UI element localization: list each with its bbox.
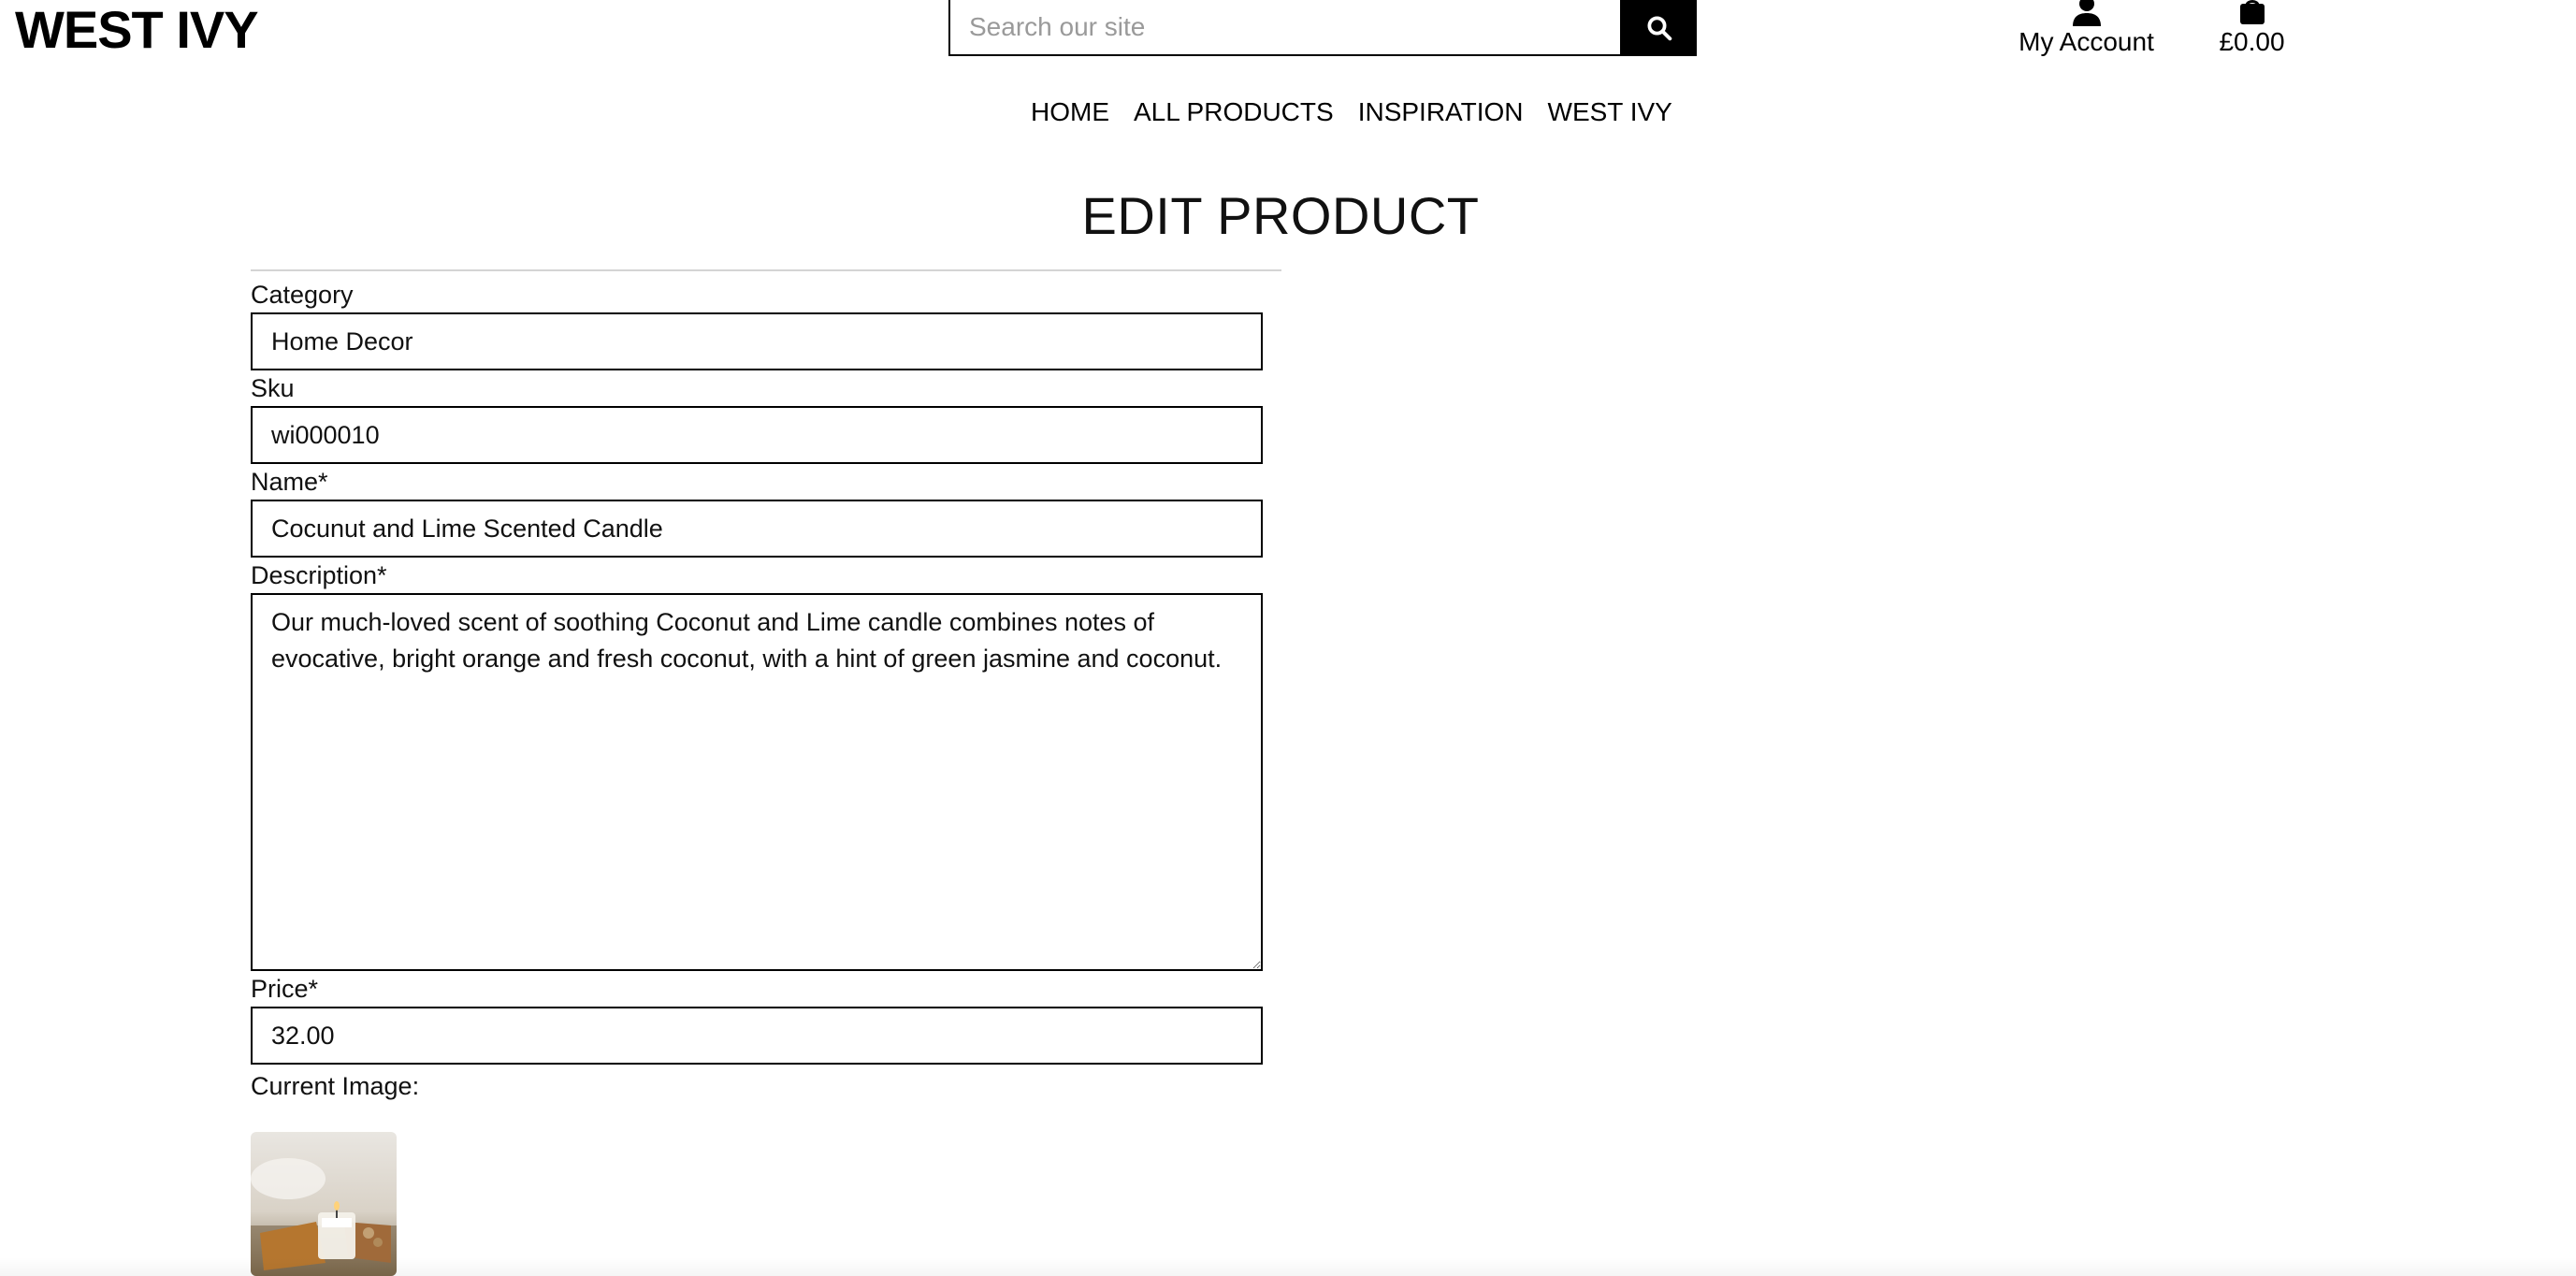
price-label: Price* (251, 975, 319, 1003)
nav-item-west-ivy[interactable]: WEST IVY (1548, 97, 1672, 127)
search-button[interactable] (1622, 0, 1697, 56)
name-label: Name* (251, 468, 328, 496)
shopping-bag-icon (2239, 0, 2265, 24)
name-field[interactable] (251, 500, 1263, 558)
bag-total: £0.00 (2219, 27, 2285, 56)
nav-item-home[interactable]: HOME (1031, 97, 1109, 127)
search-icon (1647, 16, 1672, 41)
description-label: Description* (251, 561, 387, 589)
shopping-bag-link[interactable]: £0.00 (2207, 0, 2296, 58)
nav-item-all-products[interactable]: ALL PRODUCTS (1134, 97, 1334, 127)
nav-item-inspiration[interactable]: INSPIRATION (1358, 97, 1524, 127)
category-label: Category (251, 281, 354, 309)
candle-photo (251, 1132, 397, 1276)
category-field[interactable] (251, 312, 1263, 370)
description-field[interactable]: Our much-loved scent of soothing Coconut… (251, 593, 1263, 971)
search-input[interactable] (948, 0, 1622, 56)
edit-product-form: Category Sku Name* Description* Our much… (251, 277, 1263, 1276)
current-image-label: Current Image: (251, 1072, 420, 1100)
bottom-shade (0, 1257, 2576, 1276)
sku-label: Sku (251, 374, 295, 402)
search-bar (948, 0, 1697, 56)
sku-field[interactable] (251, 406, 1263, 464)
current-product-image[interactable] (251, 1132, 397, 1276)
page-title: EDIT PRODUCT (1081, 186, 1480, 245)
my-account-label: My Account (2019, 27, 2154, 56)
price-field[interactable] (251, 1007, 1263, 1065)
user-icon (2072, 0, 2101, 26)
edit-product-page: WEST IVY My Account £0.00 HOME ALL PRODU… (0, 0, 2576, 1276)
main-nav: HOME ALL PRODUCTS INSPIRATION WEST IVY (1031, 97, 1672, 127)
my-account-link[interactable]: My Account (2009, 0, 2164, 58)
title-divider (251, 269, 1281, 271)
site-logo[interactable]: WEST IVY (15, 0, 259, 60)
